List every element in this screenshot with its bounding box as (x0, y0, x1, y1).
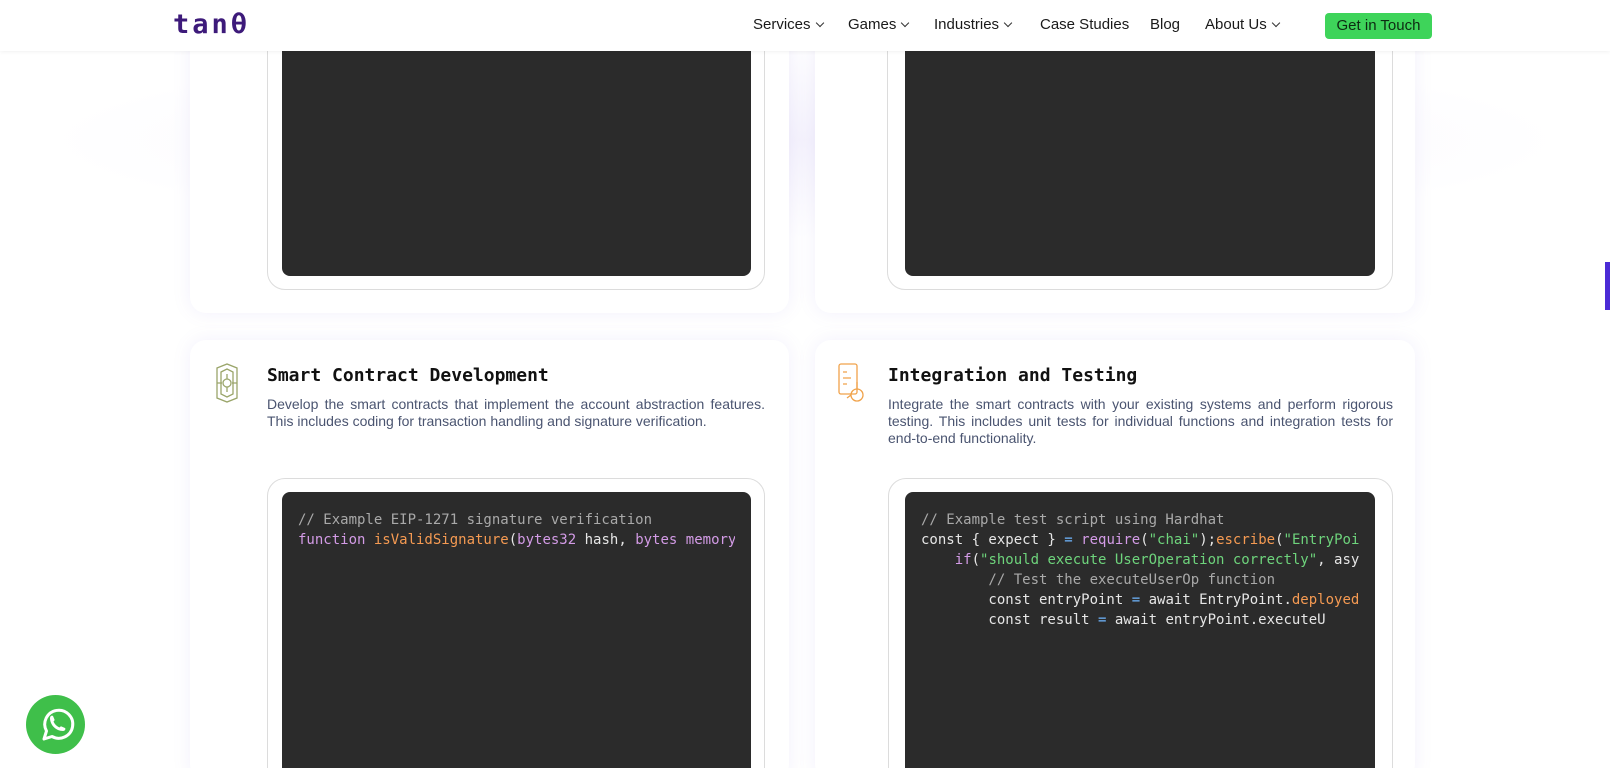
nav-item-blog[interactable]: Blog (1150, 16, 1180, 33)
code-token: memory (685, 532, 735, 548)
nav-label: Case Studies (1040, 16, 1130, 33)
code-token: require (1081, 532, 1141, 548)
code-line: // Example test script using Hardhat (921, 510, 1359, 530)
code-token: "should execute UserOperation correctly" (980, 552, 1318, 568)
code-line: const entryPoint = await EntryPoint.depl… (921, 590, 1359, 610)
chevron-down-icon (1003, 18, 1013, 28)
smart-contract-card: Smart Contract Development Develop the s… (190, 340, 789, 768)
site-header: tanθ Services Games Industries Case Stud… (0, 0, 1610, 51)
code-line: if("should execute UserOperation correct… (921, 550, 1359, 570)
nav-label: Industries (934, 16, 1000, 33)
code-token: isValidSignature (373, 532, 509, 548)
code-block: // Example EIP-1271 signature verificati… (282, 492, 751, 768)
integration-card: Integration and Testing Integrate the sm… (815, 340, 1415, 768)
code-token: bytes32 (517, 532, 577, 548)
nav-item-games[interactable]: Games (848, 16, 910, 33)
nav-label: About Us (1205, 16, 1267, 33)
code-token: // Test the executeUserOp function (921, 572, 1276, 588)
code-token: ( (1275, 532, 1284, 548)
card-description: Develop the smart contracts that impleme… (267, 396, 765, 429)
code-token: await entryPoint.executeU (1106, 612, 1326, 628)
code-line: const { expect } = require("chai");escri… (921, 530, 1359, 550)
top-right-card (815, 20, 1415, 313)
code-line: // Example EIP-1271 signature verificati… (298, 510, 735, 530)
code-token: // Example test script using Hardhat (921, 512, 1225, 528)
nav-item-case-studies[interactable]: Case Studies (1040, 16, 1129, 33)
chevron-down-icon (1271, 18, 1280, 28)
side-accent-bar (1605, 262, 1610, 310)
whatsapp-button[interactable] (26, 695, 85, 754)
code-token: bytes (635, 532, 678, 548)
code-token: if (954, 552, 972, 568)
card-title: Integration and Testing (888, 365, 1138, 386)
code-token: ( (971, 552, 981, 568)
code-token: , async (1317, 552, 1359, 568)
contract-chip-icon (214, 362, 240, 409)
code-line: const result = await entryPoint.executeU (921, 610, 1359, 630)
whatsapp-icon (42, 708, 75, 741)
code-token: ( (508, 532, 518, 548)
nav-item-services[interactable]: Services (753, 16, 824, 33)
code-token: ); (1199, 532, 1217, 548)
test-flask-icon (837, 362, 865, 411)
nav-label: Blog (1150, 16, 1181, 33)
top-left-card (190, 20, 789, 313)
code-line: // Test the executeUserOp function (921, 570, 1359, 590)
chevron-down-icon (901, 18, 910, 28)
nav-label: Services (753, 16, 811, 33)
code-token: hash, (576, 532, 636, 548)
code-token: await EntryPoint. (1140, 592, 1292, 608)
code-line: function isValidSignature(bytes32 hash, … (298, 530, 735, 550)
chevron-down-icon (815, 18, 824, 28)
nav-label: Games (848, 16, 897, 33)
card-description: Integrate the smart contracts with your … (888, 396, 1393, 446)
code-token: const { expect } (921, 532, 1065, 548)
logo[interactable]: tanθ (173, 9, 250, 40)
code-token: ( (1140, 532, 1149, 548)
get-in-touch-button[interactable]: Get in Touch (1325, 13, 1432, 39)
code-block (905, 20, 1375, 276)
code-token: = (1064, 532, 1073, 548)
code-block (282, 20, 751, 276)
card-title: Smart Contract Development (267, 365, 549, 386)
code-token: const entryPoint (921, 592, 1132, 608)
code-token: escribe (1216, 532, 1276, 548)
nav-item-about-us[interactable]: About Us (1205, 16, 1280, 33)
code-token: "chai" (1148, 532, 1200, 548)
code-token: = (1131, 592, 1141, 608)
code-token: function (298, 532, 374, 548)
code-block: // Example test script using Hardhat cons… (905, 492, 1375, 768)
code-token: deployed (1291, 592, 1359, 608)
code-token: // Example EIP-1271 signature verificati… (298, 512, 653, 528)
code-token: const result (921, 612, 1099, 628)
code-token: "EntryPoint (1283, 532, 1359, 548)
nav-item-industries[interactable]: Industries (934, 16, 1013, 33)
